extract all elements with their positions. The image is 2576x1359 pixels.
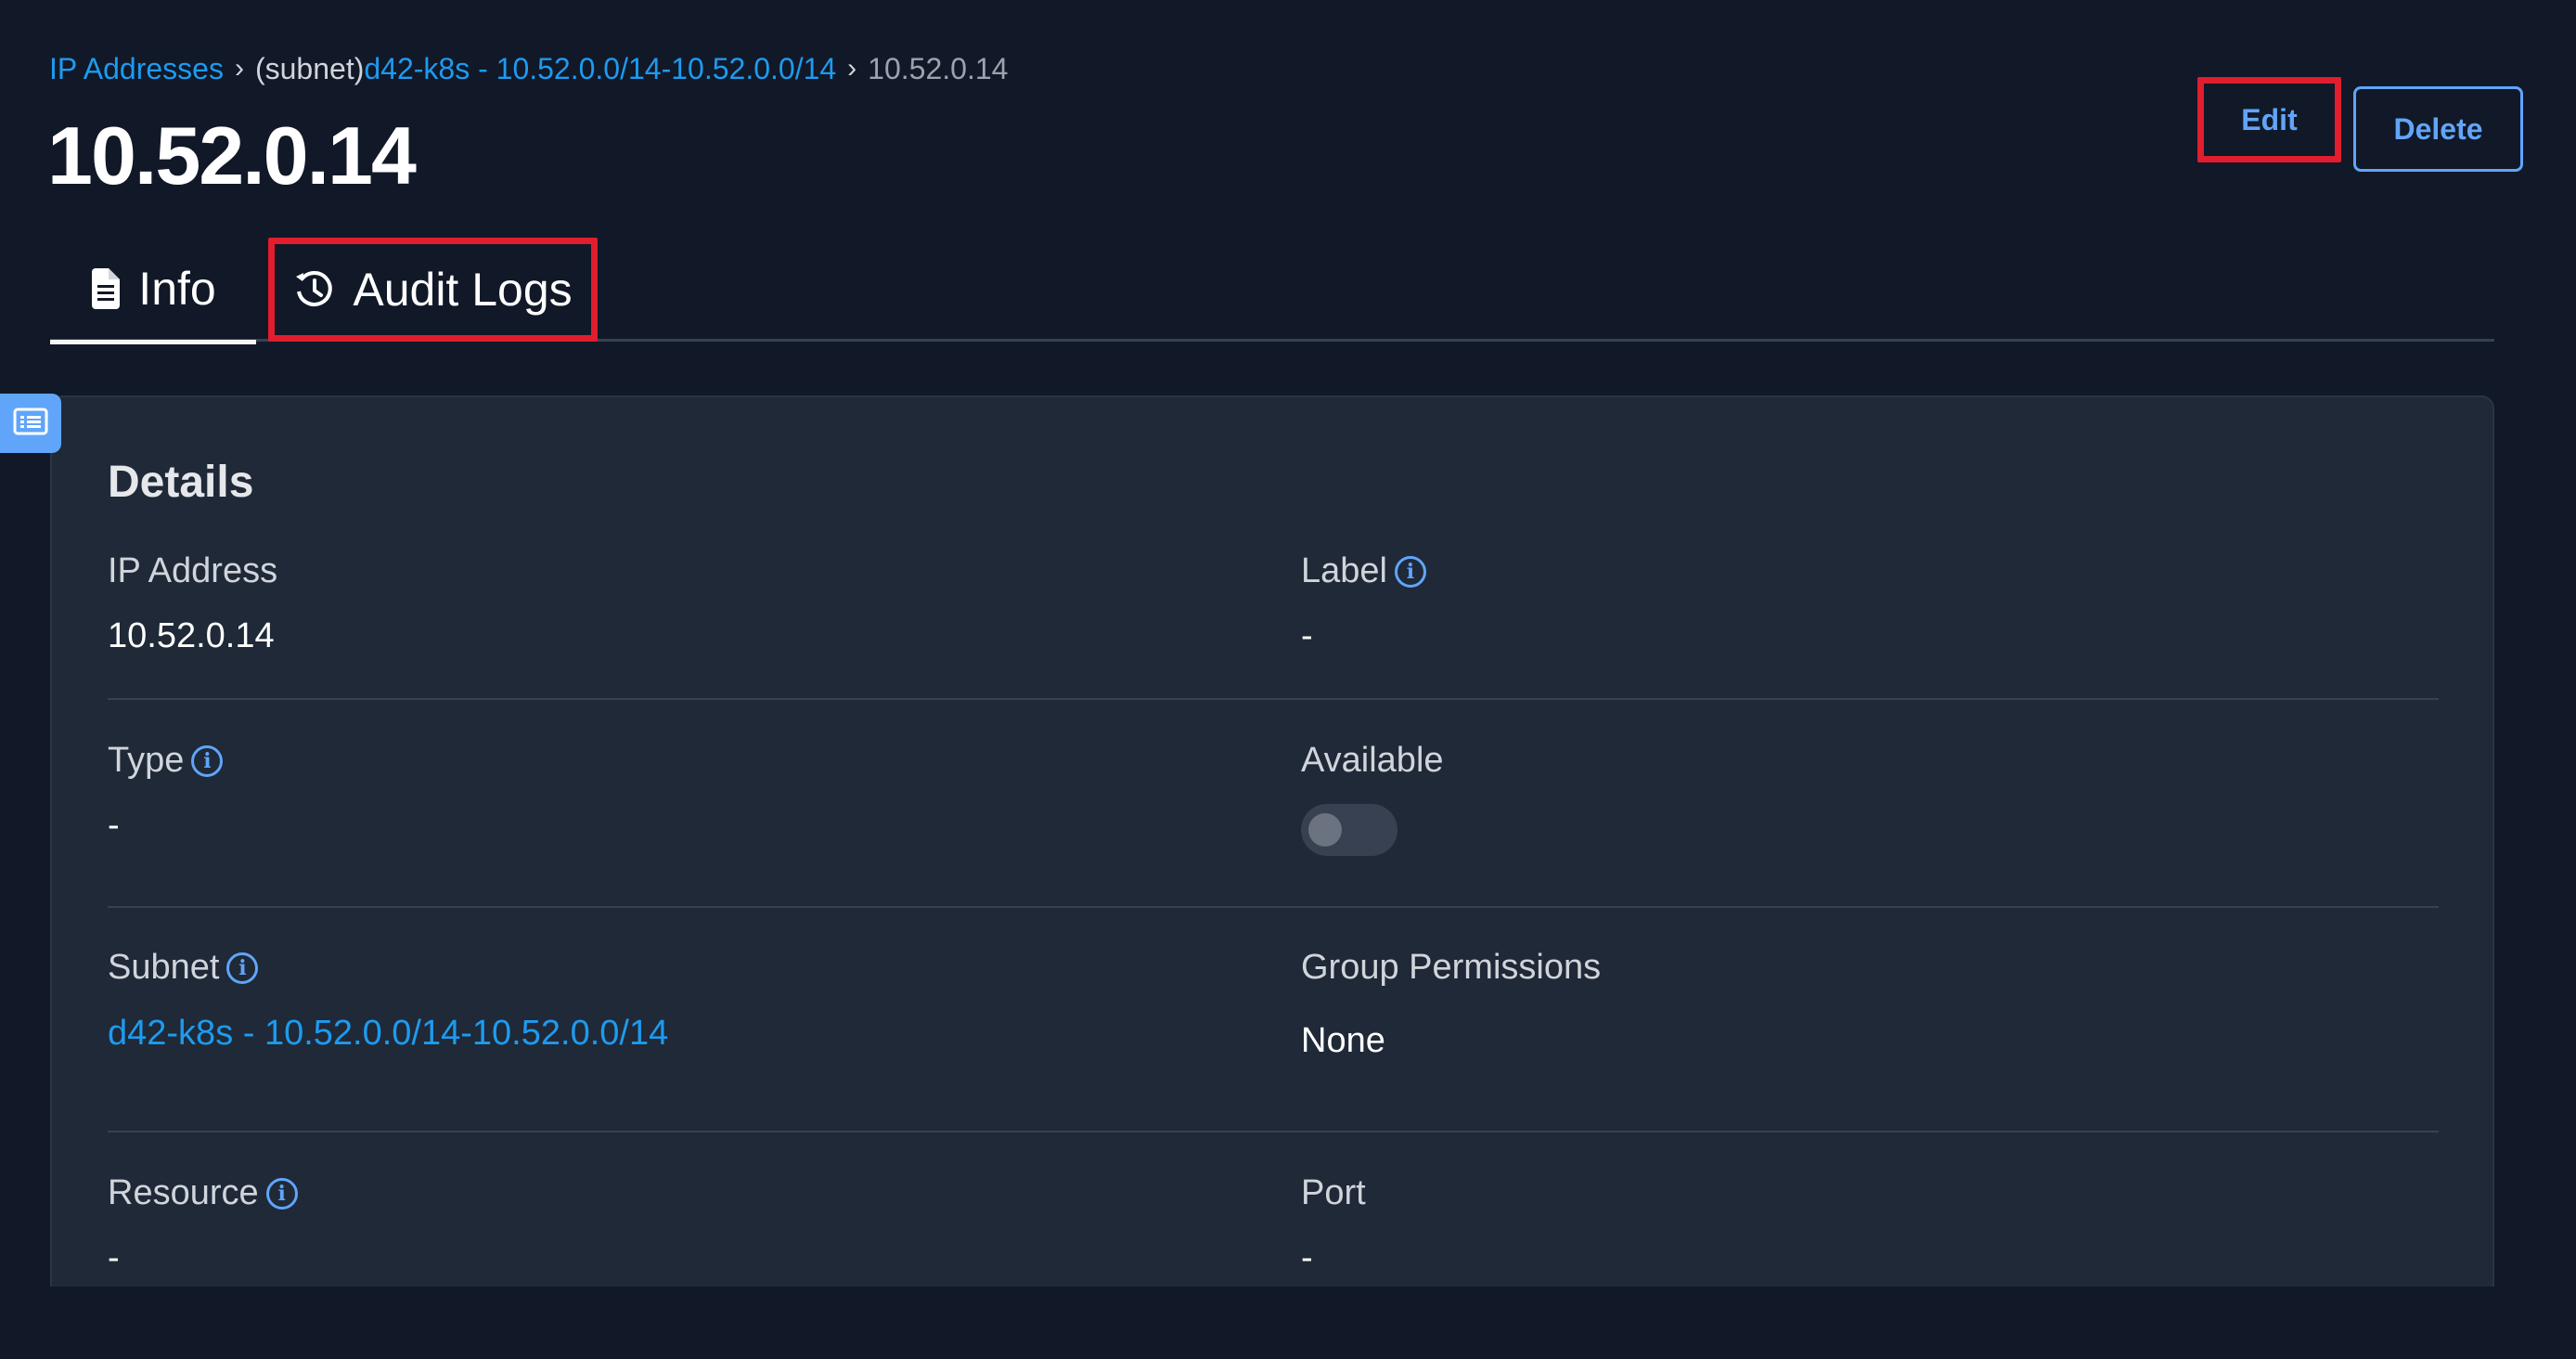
ip-address-label-text: IP Address (108, 551, 278, 590)
details-card: Details IP Address 10.52.0.14 Label i - … (50, 395, 2494, 1359)
info-icon[interactable]: i (226, 951, 259, 984)
label-field-label: Label i (1301, 551, 1426, 591)
tab-audit-logs-label: Audit Logs (353, 264, 573, 316)
tab-info-label: Info (138, 263, 216, 315)
tab-bar: Info Audit Logs (50, 238, 2494, 344)
subnet-link[interactable]: d42-k8s - 10.52.0.0/14-10.52.0.0/14 (108, 1014, 668, 1054)
label-field-label-text: Label (1301, 551, 1387, 590)
document-icon (90, 268, 122, 309)
divider (108, 906, 2439, 908)
breadcrumb: IP Addresses › (subnet) d42-k8s - 10.52.… (49, 48, 1008, 89)
details-title: Details (108, 458, 254, 507)
toggle-knob (1308, 813, 1342, 847)
resource-label: Resource i (108, 1173, 298, 1213)
page-title: 10.52.0.14 (47, 110, 417, 201)
subnet-label-text: Subnet (108, 948, 220, 987)
subnet-label: Subnet i (108, 948, 259, 988)
group-permissions-value: None (1301, 1021, 1385, 1060)
available-toggle[interactable] (1301, 804, 1397, 856)
tab-info[interactable]: Info (50, 238, 256, 344)
ip-address-detail-page: IP Addresses › (subnet) d42-k8s - 10.52.… (0, 0, 2576, 1359)
port-label: Port (1301, 1173, 1366, 1213)
group-permissions-label: Group Permissions (1301, 948, 1601, 988)
breadcrumb-ip-addresses[interactable]: IP Addresses (49, 48, 224, 89)
breadcrumb-separator: › (234, 53, 244, 84)
info-icon[interactable]: i (265, 1177, 298, 1210)
type-label: Type i (108, 741, 224, 781)
tab-audit-logs[interactable]: Audit Logs (268, 238, 598, 342)
info-icon[interactable]: i (191, 744, 224, 777)
history-icon (293, 268, 336, 311)
page-footer-band (0, 1287, 2576, 1359)
list-icon (13, 408, 48, 440)
available-label: Available (1301, 741, 1444, 781)
resource-label-text: Resource (108, 1173, 259, 1212)
edit-button[interactable]: Edit (2197, 77, 2341, 162)
ip-address-label: IP Address (108, 551, 277, 591)
group-permissions-label-text: Group Permissions (1301, 948, 1602, 987)
divider (108, 1131, 2439, 1132)
type-label-text: Type (108, 741, 185, 780)
label-value: - (1301, 616, 1313, 655)
type-value: - (108, 806, 120, 845)
info-icon[interactable]: i (1394, 555, 1426, 588)
port-value: - (1301, 1238, 1313, 1277)
side-panel-toggle[interactable] (0, 394, 61, 453)
port-label-text: Port (1301, 1173, 1366, 1212)
breadcrumb-subnet-prefix: (subnet) (254, 52, 365, 85)
divider (108, 698, 2439, 700)
breadcrumb-subnet[interactable]: d42-k8s - 10.52.0.0/14-10.52.0.0/14 (364, 48, 836, 89)
ip-address-value: 10.52.0.14 (108, 616, 275, 655)
delete-button[interactable]: Delete (2353, 86, 2523, 172)
breadcrumb-current: 10.52.0.14 (868, 52, 1009, 85)
resource-value: - (108, 1238, 120, 1277)
available-label-text: Available (1301, 741, 1444, 780)
breadcrumb-separator: › (847, 53, 857, 84)
